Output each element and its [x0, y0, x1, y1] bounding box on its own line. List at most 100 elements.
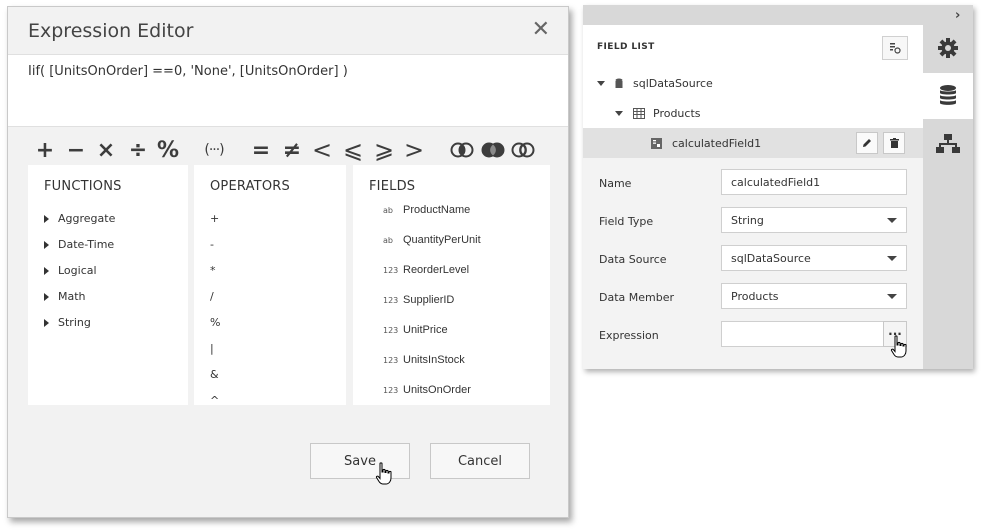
number-type-icon: 123: [383, 296, 399, 305]
equals-operator-button[interactable]: =: [248, 136, 274, 164]
tree-node-table[interactable]: Products: [615, 107, 701, 120]
operators-header: OPERATORS: [210, 179, 290, 194]
function-category-label: String: [58, 316, 91, 329]
collapse-arrow-icon[interactable]: [597, 81, 605, 86]
function-category-string[interactable]: String: [44, 316, 91, 329]
function-category-date-time[interactable]: Date-Time: [44, 238, 114, 251]
modulo-operator-button[interactable]: %: [155, 136, 181, 164]
not-equal-operator-button[interactable]: ≠: [279, 136, 305, 164]
operator-item[interactable]: /: [210, 290, 214, 303]
save-button[interactable]: Save: [310, 443, 410, 479]
expand-arrow-icon: [44, 293, 49, 301]
name-label: Name: [599, 177, 632, 190]
delete-field-button[interactable]: [883, 132, 905, 154]
edit-field-button[interactable]: [856, 132, 878, 154]
tree-node-label: sqlDataSource: [633, 77, 713, 90]
function-category-label: Aggregate: [58, 212, 116, 225]
tree-node-calculated-field-content[interactable]: calculatedField1: [651, 137, 761, 150]
calculated-field-icon: [651, 138, 662, 149]
add-calculated-field-button[interactable]: [882, 36, 908, 60]
and-operator-icon[interactable]: [449, 136, 475, 164]
less-or-equal-operator-button[interactable]: ⩽: [340, 136, 366, 164]
hierarchy-icon: [936, 134, 960, 153]
operator-item[interactable]: *: [210, 264, 216, 277]
field-item[interactable]: 123 UnitPrice: [383, 323, 448, 336]
functions-panel: FUNCTIONS Aggregate Date-Time Logical Ma…: [28, 165, 188, 405]
expression-editor-dialog: Expression Editor ✕ Iif( [UnitsOnOrder] …: [7, 6, 569, 518]
field-label: UnitsInStock: [403, 354, 465, 366]
dialog-title: Expression Editor: [28, 20, 194, 42]
field-item[interactable]: ab QuantityPerUnit: [383, 233, 481, 246]
field-item[interactable]: 123 UnitsOnOrder: [383, 383, 471, 396]
report-explorer-tab[interactable]: [923, 121, 973, 167]
cancel-button[interactable]: Cancel: [430, 443, 530, 479]
operator-item[interactable]: +: [210, 212, 219, 225]
database-icon: [940, 85, 956, 105]
field-item[interactable]: 123 ReorderLevel: [383, 263, 469, 276]
function-category-label: Date-Time: [58, 238, 115, 251]
chevron-down-icon: [887, 294, 897, 299]
not-operator-icon[interactable]: [510, 136, 536, 164]
operators-panel: OPERATORS + - * / % | & ^: [194, 165, 346, 405]
number-type-icon: 123: [383, 326, 399, 335]
field-list-panel: › FIELD LIST sqlDataSource Products calc…: [583, 5, 973, 369]
less-than-operator-button[interactable]: <: [309, 136, 335, 164]
collapse-arrow-icon[interactable]: [615, 111, 623, 116]
expression-input[interactable]: Iif( [UnitsOnOrder] ==0, 'None', [UnitsO…: [8, 55, 568, 127]
expand-arrow-icon: [44, 267, 49, 275]
field-label: ProductName: [403, 204, 471, 216]
expand-arrow-icon: [44, 241, 49, 249]
data-member-select[interactable]: Products: [721, 283, 907, 309]
dialog-header: Expression Editor ✕: [8, 7, 568, 55]
table-icon: [633, 108, 645, 119]
operator-item[interactable]: |: [210, 342, 214, 355]
pencil-icon: [863, 139, 871, 147]
tree-node-label: Products: [653, 107, 701, 120]
properties-tab[interactable]: [923, 25, 973, 71]
parentheses-button[interactable]: (···): [199, 136, 229, 164]
functions-header: FUNCTIONS: [44, 179, 122, 194]
plus-operator-button[interactable]: +: [32, 136, 58, 164]
side-tab-rail: [923, 25, 973, 369]
field-list-title: FIELD LIST: [597, 42, 655, 52]
operator-item[interactable]: ^: [210, 394, 219, 405]
expand-arrow-icon: [44, 319, 49, 327]
function-category-aggregate[interactable]: Aggregate: [44, 212, 115, 225]
greater-or-equal-operator-button[interactable]: ⩾: [371, 136, 397, 164]
chevron-right-icon[interactable]: ›: [955, 8, 960, 23]
field-type-select[interactable]: String: [721, 207, 907, 233]
field-type-value: String: [731, 214, 764, 227]
operator-item[interactable]: %: [210, 316, 220, 329]
field-properties: Name calculatedField1 Field Type String …: [583, 158, 923, 369]
hand-cursor-icon: [375, 462, 392, 485]
field-type-label: Field Type: [599, 215, 654, 228]
data-source-select[interactable]: sqlDataSource: [721, 245, 907, 271]
field-label: ReorderLevel: [403, 264, 470, 276]
function-category-logical[interactable]: Logical: [44, 264, 97, 277]
greater-than-operator-button[interactable]: >: [401, 136, 427, 164]
operator-item[interactable]: &: [210, 368, 219, 381]
name-field[interactable]: calculatedField1: [721, 169, 907, 195]
divide-operator-button[interactable]: ÷: [125, 136, 151, 164]
close-icon[interactable]: ✕: [532, 17, 550, 42]
data-member-label: Data Member: [599, 291, 675, 304]
field-item[interactable]: 123 SupplierID: [383, 293, 454, 306]
expression-field[interactable]: ···: [721, 321, 907, 347]
gear-icon: [938, 38, 958, 58]
expression-label: Expression: [599, 329, 659, 342]
field-label: SupplierID: [403, 294, 455, 306]
minus-operator-button[interactable]: −: [63, 136, 89, 164]
field-item[interactable]: 123 UnitsInStock: [383, 353, 465, 366]
field-item[interactable]: ab ProductName: [383, 203, 470, 216]
trash-icon: [889, 138, 899, 148]
field-list-tab[interactable]: [923, 73, 973, 119]
string-type-icon: ab: [383, 236, 393, 245]
operator-item[interactable]: -: [210, 238, 214, 251]
number-type-icon: 123: [383, 266, 399, 275]
multiply-operator-button[interactable]: ×: [93, 136, 119, 164]
chevron-down-icon: [887, 218, 897, 223]
number-type-icon: 123: [383, 356, 399, 365]
or-operator-icon[interactable]: [480, 136, 506, 164]
function-category-math[interactable]: Math: [44, 290, 86, 303]
tree-node-datasource[interactable]: sqlDataSource: [597, 77, 713, 90]
